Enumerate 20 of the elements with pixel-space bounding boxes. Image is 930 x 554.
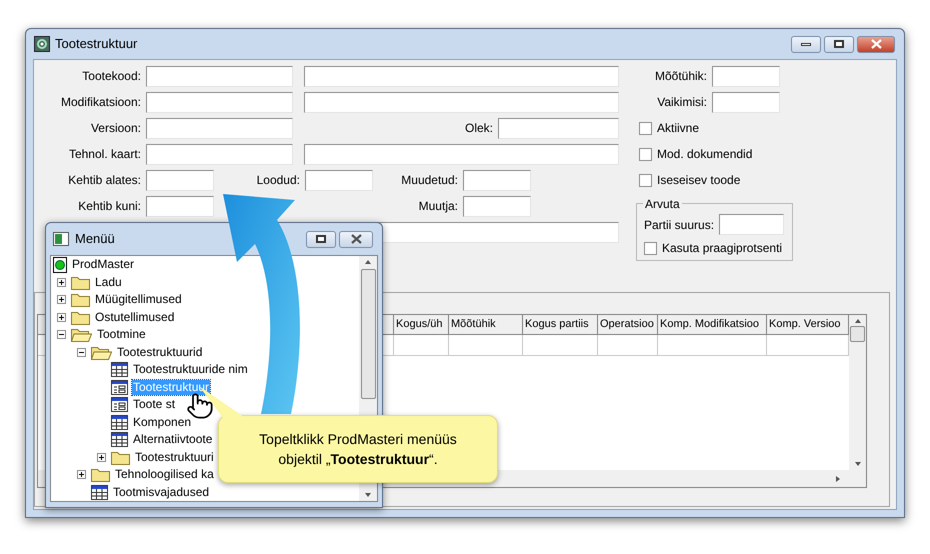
checkbox-label: Iseseisev toode xyxy=(657,172,740,189)
field-label: Tehnol. kaart: xyxy=(68,146,141,163)
window-title: Menüü xyxy=(75,230,115,248)
field-label: Tootekood: xyxy=(82,68,141,85)
field-label: Loodud: xyxy=(256,172,300,189)
checkbox-label: Aktiivne xyxy=(657,120,700,137)
field-label: Kehtib kuni: xyxy=(78,198,141,215)
field-label: Modifikatsioon: xyxy=(60,94,141,111)
field-label: Kehtib alates: xyxy=(68,172,141,189)
field-label: Versioon: xyxy=(90,120,141,137)
checkbox-label: Mod. dokumendid xyxy=(657,146,752,163)
field-label: Vaikimisi: xyxy=(657,94,707,111)
field-label: Mõõtühik: xyxy=(654,68,707,85)
field-label: Muutja: xyxy=(418,198,458,215)
field-label: Muudetud: xyxy=(401,172,458,189)
field-label: Olek: xyxy=(464,120,493,137)
checkbox-label: Kasuta praagiprotsenti xyxy=(662,240,782,257)
instruction-text: Topeltklikk ProdMasteri menüüs objektil „Tootestruktuur“. xyxy=(258,430,458,469)
field-label: Partii suurus: xyxy=(644,216,714,234)
window-title: Tootestruktuur xyxy=(55,35,138,54)
